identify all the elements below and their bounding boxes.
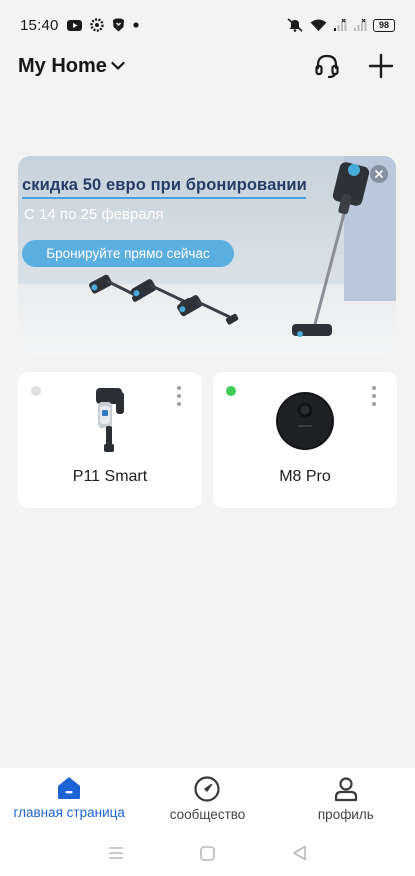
header: My Home xyxy=(0,48,415,84)
signal-icon xyxy=(333,18,347,32)
home-selector[interactable]: My Home xyxy=(18,55,125,78)
home-title: My Home xyxy=(18,54,107,77)
nav-community-label: сообщество xyxy=(169,807,246,822)
device-card-p11-smart[interactable]: P11 Smart xyxy=(18,372,202,508)
device-card-m8-pro[interactable]: M8 Pro xyxy=(213,372,397,508)
square-icon xyxy=(200,845,215,861)
wifi-icon xyxy=(310,19,327,32)
status-left: 15:40 xyxy=(20,17,139,34)
signal-icon xyxy=(353,18,367,32)
home-system-button[interactable] xyxy=(192,838,222,868)
close-icon xyxy=(375,170,383,178)
support-button[interactable] xyxy=(311,50,343,82)
system-navigation-bar xyxy=(0,830,415,876)
device-name: P11 Smart xyxy=(72,468,148,485)
brave-icon xyxy=(112,18,125,32)
back-triangle-icon xyxy=(292,845,307,861)
status-right: 98 xyxy=(286,18,395,32)
nav-home-label: главная страница xyxy=(13,805,125,820)
device-name: M8 Pro xyxy=(279,468,331,485)
more-dot xyxy=(372,402,376,406)
more-dot xyxy=(177,394,181,398)
offline-status-dot xyxy=(31,386,41,396)
more-dot xyxy=(177,402,181,406)
stick-vacuum-image xyxy=(90,386,130,461)
banner-cta-button[interactable]: Бронируйте прямо сейчас xyxy=(22,240,234,267)
profile-icon xyxy=(333,776,359,802)
nav-profile[interactable]: профиль xyxy=(277,768,415,830)
device-more-button[interactable] xyxy=(367,386,381,406)
banner-close-button[interactable] xyxy=(370,165,388,183)
plus-icon xyxy=(368,53,394,79)
device-more-button[interactable] xyxy=(172,386,186,406)
more-dot xyxy=(372,394,376,398)
header-actions xyxy=(311,50,397,82)
youtube-icon xyxy=(66,19,82,31)
chevron-down-icon xyxy=(111,61,125,71)
robot-vacuum-image xyxy=(274,390,336,457)
mute-icon xyxy=(286,18,304,32)
battery-indicator: 98 xyxy=(373,18,395,32)
bottom-navigation: главная страница сообщество профиль xyxy=(0,768,415,830)
banner-headline: скидка 50 евро при бронировании xyxy=(22,176,307,194)
compass-icon xyxy=(193,776,221,802)
nav-community[interactable]: сообщество xyxy=(138,768,276,830)
more-dot xyxy=(177,386,181,390)
banner-underline xyxy=(22,197,306,199)
recent-apps-button[interactable] xyxy=(101,838,131,868)
headset-icon xyxy=(313,52,341,80)
home-icon xyxy=(56,776,82,800)
banner-dates: С 14 по 25 февраля xyxy=(24,206,164,223)
notification-dot-icon xyxy=(132,22,139,28)
status-bar: 15:40 98 xyxy=(0,0,415,50)
promo-banner[interactable]: скидка 50 евро при бронировании С 14 по … xyxy=(18,156,396,354)
nav-home[interactable]: главная страница xyxy=(0,768,138,830)
nav-profile-label: профиль xyxy=(317,807,374,822)
more-dot xyxy=(372,386,376,390)
online-status-dot xyxy=(226,386,236,396)
app-icon xyxy=(89,18,104,32)
back-system-button[interactable] xyxy=(284,838,314,868)
add-device-button[interactable] xyxy=(365,50,397,82)
menu-icon xyxy=(108,846,124,860)
status-time: 15:40 xyxy=(20,16,59,34)
